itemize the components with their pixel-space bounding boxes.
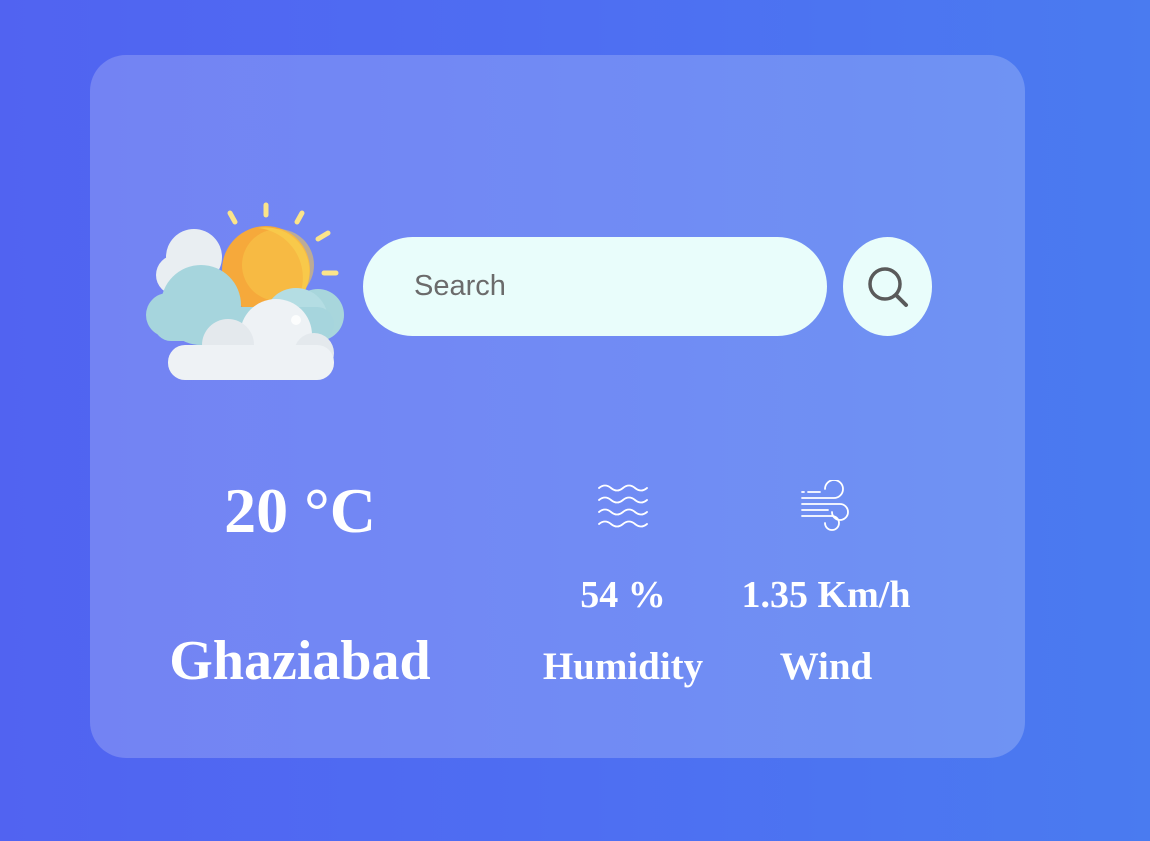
wind-block: 1.35 Km/h Wind	[726, 480, 926, 690]
humidity-waves-icon	[598, 484, 648, 528]
humidity-value: 54 %	[580, 574, 666, 616]
wind-icon	[801, 480, 849, 531]
wind-label: Wind	[779, 645, 873, 688]
search-icon	[867, 266, 908, 307]
temperature-value: 20 °C	[224, 475, 376, 546]
search-input[interactable]	[363, 237, 827, 336]
search-button[interactable]	[843, 237, 932, 336]
humidity-label: Humidity	[542, 645, 704, 688]
partly-cloudy-sun-icon	[146, 202, 344, 380]
wind-value: 1.35 Km/h	[741, 574, 911, 616]
humidity-block: 54 % Humidity	[523, 480, 723, 690]
weather-card: 20 °C Ghaziabad 54 % Humidity 1.35 Km	[90, 55, 1025, 758]
city-name: Ghaziabad	[169, 630, 431, 692]
